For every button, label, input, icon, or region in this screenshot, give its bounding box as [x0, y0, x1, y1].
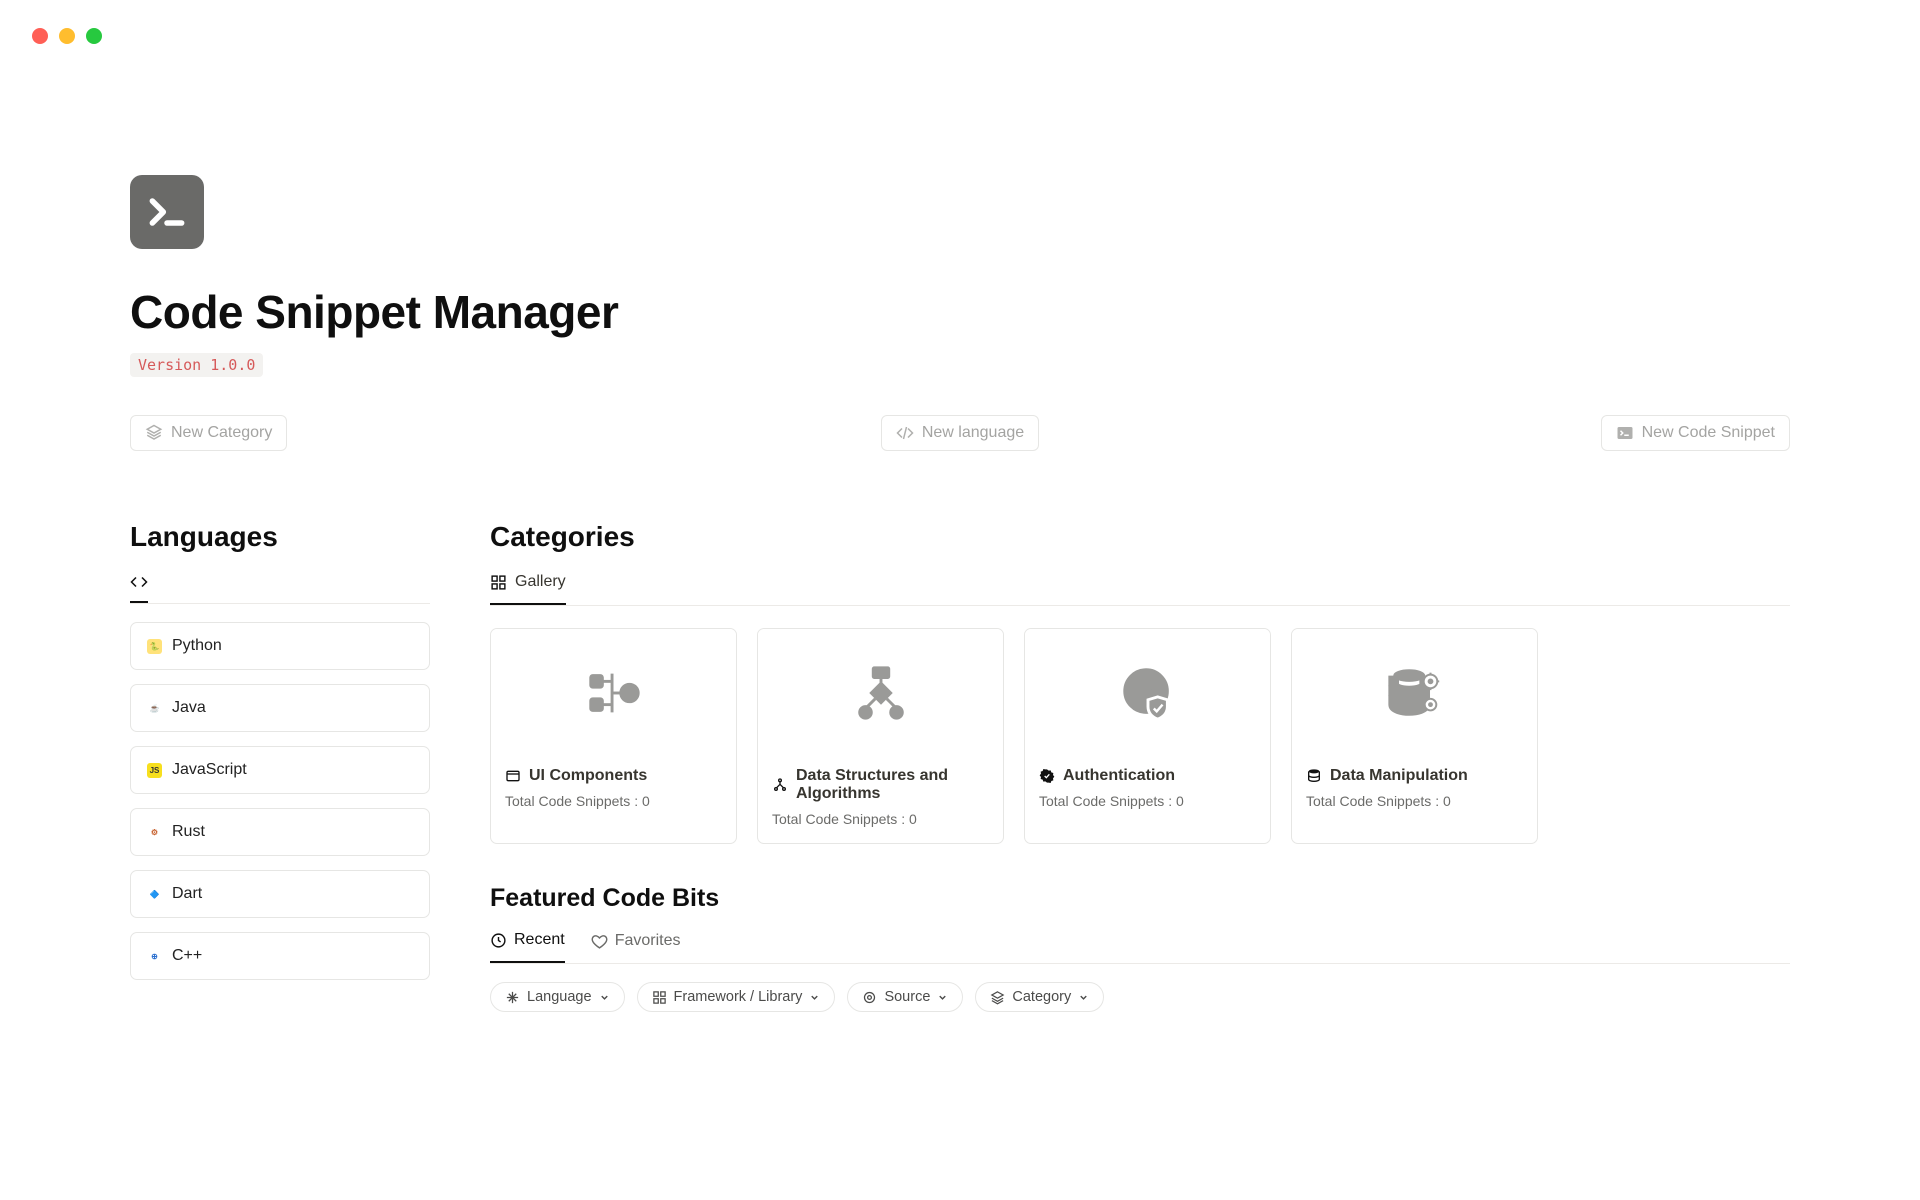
quick-actions-row: New Category New language New Code Snipp… — [130, 415, 1790, 451]
category-title: UI Components — [529, 767, 647, 785]
python-icon: 🐍 — [147, 639, 162, 654]
language-item-javascript[interactable]: JS JavaScript — [130, 746, 430, 794]
chevron-down-icon — [1078, 992, 1089, 1003]
filter-label: Category — [1012, 989, 1071, 1005]
clock-icon — [490, 932, 507, 949]
tree-icon — [772, 777, 788, 793]
category-snippet-count: Total Code Snippets : 0 — [772, 811, 989, 827]
code-icon — [896, 424, 914, 442]
ui-components-image — [491, 629, 736, 757]
language-label: C++ — [172, 947, 202, 965]
code-icon — [130, 573, 148, 591]
language-item-dart[interactable]: 🔷 Dart — [130, 870, 430, 918]
cpp-icon: ⊕ — [147, 949, 162, 964]
category-title: Data Structures and Algorithms — [796, 767, 989, 803]
target-icon — [862, 990, 877, 1005]
flowchart-icon — [850, 662, 912, 724]
user-shield-icon — [1117, 662, 1179, 724]
new-language-label: New language — [922, 424, 1024, 442]
languages-heading: Languages — [130, 521, 430, 553]
featured-heading: Featured Code Bits — [490, 884, 1790, 913]
category-snippet-count: Total Code Snippets : 0 — [505, 793, 722, 809]
close-window-icon[interactable] — [32, 28, 48, 44]
category-card-ui-components[interactable]: UI Components Total Code Snippets : 0 — [490, 628, 737, 844]
featured-tabbar: Recent Favorites — [490, 931, 1790, 964]
version-badge: Version 1.0.0 — [130, 353, 263, 377]
filter-label: Language — [527, 989, 592, 1005]
filter-framework[interactable]: Framework / Library — [637, 982, 836, 1012]
dsa-image — [758, 629, 1003, 757]
window-controls — [32, 28, 102, 44]
filter-source[interactable]: Source — [847, 982, 963, 1012]
categories-heading: Categories — [490, 521, 1790, 553]
new-category-label: New Category — [171, 424, 272, 442]
chevron-down-icon — [937, 992, 948, 1003]
window-icon — [505, 768, 521, 784]
layers-icon — [990, 990, 1005, 1005]
rust-icon: ⚙ — [147, 825, 162, 840]
category-card-data-structures[interactable]: Data Structures and Algorithms Total Cod… — [757, 628, 1004, 844]
category-card-authentication[interactable]: Authentication Total Code Snippets : 0 — [1024, 628, 1271, 844]
maximize-window-icon[interactable] — [86, 28, 102, 44]
languages-tabbar — [130, 573, 430, 604]
category-title: Authentication — [1063, 767, 1175, 785]
auth-image — [1025, 629, 1270, 757]
database-gear-icon — [1384, 662, 1446, 724]
language-label: Java — [172, 699, 206, 717]
category-snippet-count: Total Code Snippets : 0 — [1039, 793, 1256, 809]
grid-icon — [652, 990, 667, 1005]
language-item-java[interactable]: ☕ Java — [130, 684, 430, 732]
language-label: JavaScript — [172, 761, 247, 779]
category-snippet-count: Total Code Snippets : 0 — [1306, 793, 1523, 809]
database-icon — [1306, 768, 1322, 784]
filter-category[interactable]: Category — [975, 982, 1104, 1012]
filter-label: Framework / Library — [674, 989, 803, 1005]
language-label: Dart — [172, 885, 202, 903]
heart-icon — [591, 933, 608, 950]
language-item-python[interactable]: 🐍 Python — [130, 622, 430, 670]
language-item-cpp[interactable]: ⊕ C++ — [130, 932, 430, 980]
languages-code-tab[interactable] — [130, 573, 148, 603]
filter-label: Source — [884, 989, 930, 1005]
categories-gallery: UI Components Total Code Snippets : 0 — [490, 628, 1790, 844]
sparkle-icon — [505, 990, 520, 1005]
tab-recent-label: Recent — [514, 931, 565, 949]
gallery-grid-icon — [490, 574, 507, 591]
new-snippet-label: New Code Snippet — [1642, 424, 1775, 442]
language-label: Rust — [172, 823, 205, 841]
new-category-button[interactable]: New Category — [130, 415, 287, 451]
tab-favorites[interactable]: Favorites — [591, 931, 681, 963]
filters-row: Language Framework / Library Source Cate… — [490, 982, 1790, 1012]
app-terminal-icon — [130, 175, 204, 249]
dart-icon: 🔷 — [147, 887, 162, 902]
javascript-icon: JS — [147, 763, 162, 778]
tab-favorites-label: Favorites — [615, 932, 681, 950]
minimize-window-icon[interactable] — [59, 28, 75, 44]
category-title: Data Manipulation — [1330, 767, 1468, 785]
gallery-tab-label: Gallery — [515, 573, 566, 591]
tab-recent[interactable]: Recent — [490, 931, 565, 963]
layers-icon — [145, 424, 163, 442]
languages-list: 🐍 Python ☕ Java JS JavaScript ⚙ Rust 🔷 — [130, 622, 430, 980]
ui-components-icon — [583, 662, 645, 724]
verified-icon — [1039, 768, 1055, 784]
filter-language[interactable]: Language — [490, 982, 625, 1012]
chevron-down-icon — [599, 992, 610, 1003]
language-item-rust[interactable]: ⚙ Rust — [130, 808, 430, 856]
terminal-icon — [1616, 424, 1634, 442]
categories-tabbar: Gallery — [490, 573, 1790, 606]
gallery-tab[interactable]: Gallery — [490, 573, 566, 605]
new-language-button[interactable]: New language — [881, 415, 1039, 451]
page-title: Code Snippet Manager — [130, 285, 1790, 339]
java-icon: ☕ — [147, 701, 162, 716]
language-label: Python — [172, 637, 222, 655]
chevron-down-icon — [809, 992, 820, 1003]
data-manipulation-image — [1292, 629, 1537, 757]
new-snippet-button[interactable]: New Code Snippet — [1601, 415, 1790, 451]
category-card-data-manipulation[interactable]: Data Manipulation Total Code Snippets : … — [1291, 628, 1538, 844]
